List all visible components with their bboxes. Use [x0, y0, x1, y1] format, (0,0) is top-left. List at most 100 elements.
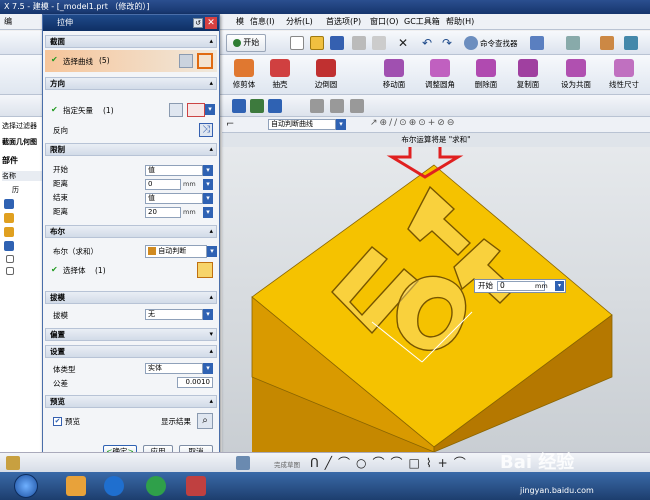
finish-sketch-label[interactable]: 完成草图: [274, 459, 300, 469]
move-face-button[interactable]: 移动面: [372, 57, 416, 93]
chevron-down-icon[interactable]: ▾: [203, 179, 213, 190]
sketch-section-icon[interactable]: [179, 54, 193, 68]
undo-icon[interactable]: ↶: [420, 36, 434, 50]
menu-item-info[interactable]: 信息(I): [250, 16, 275, 28]
body-icon[interactable]: [197, 262, 213, 278]
chevron-down-icon[interactable]: ▾: [555, 281, 564, 291]
menu-item-help[interactable]: 帮助(H): [446, 16, 474, 28]
open-folder-icon[interactable]: [310, 36, 324, 50]
tolerance-input[interactable]: 0.0010: [177, 377, 213, 388]
linear-dimension-button[interactable]: 线性尺寸: [602, 57, 646, 93]
shell-icon: [270, 59, 290, 77]
chevron-down-icon[interactable]: ▾: [207, 246, 217, 257]
browser-icon[interactable]: [146, 476, 166, 496]
delete-icon[interactable]: ✕: [396, 36, 410, 50]
start-option-dropdown[interactable]: 值: [145, 165, 203, 176]
name-column-header[interactable]: 名称: [2, 171, 46, 181]
section-header-boolean[interactable]: 布尔 ▴: [45, 225, 217, 238]
reverse-direction-icon[interactable]: ⤨: [199, 123, 213, 137]
chevron-down-icon[interactable]: ▾: [203, 309, 213, 320]
snap-icon-1[interactable]: [232, 99, 246, 113]
settings-icon[interactable]: [600, 36, 614, 50]
shell-button[interactable]: 抽壳: [258, 57, 302, 93]
app-icon[interactable]: [186, 476, 206, 496]
sketch-curve-icons[interactable]: ᑎ╱⌒○⌒⌒□⌇+⌒: [310, 454, 472, 471]
chevron-down-icon[interactable]: ▾: [336, 119, 346, 130]
snap-icon-3[interactable]: [268, 99, 282, 113]
section-header-label: 限制: [50, 145, 65, 154]
group-folder-icon[interactable]: [4, 227, 14, 237]
edge-blend-button[interactable]: 边倒圆: [304, 57, 348, 93]
checkbox-icon[interactable]: [6, 267, 14, 275]
boolean-option-dropdown[interactable]: 自动判断: [145, 245, 207, 258]
chevron-down-icon[interactable]: ▾: [203, 193, 213, 204]
snap-icon-2[interactable]: [250, 99, 264, 113]
command-finder-label[interactable]: 命令查找器: [480, 38, 518, 49]
start-handle-box[interactable]: 开始 0 mm ▾: [474, 279, 566, 293]
chevron-down-icon[interactable]: ▾: [203, 165, 213, 176]
reset-icon[interactable]: ↺: [193, 18, 203, 28]
explorer-icon[interactable]: [66, 476, 86, 496]
sketch-icon[interactable]: [6, 456, 20, 470]
view-style-icon-3[interactable]: [350, 99, 364, 113]
menu-item-gc-toolbox[interactable]: GC工具箱: [404, 16, 440, 28]
copy-face-button[interactable]: 复制面: [506, 57, 550, 93]
search-icon[interactable]: ⌕: [197, 413, 213, 429]
save-icon[interactable]: [330, 36, 344, 50]
resize-blend-button[interactable]: 调整圆角: [418, 57, 462, 93]
view-style-icon-1[interactable]: [310, 99, 324, 113]
section-header-preview[interactable]: 预览 ▴: [45, 395, 217, 408]
view-style-icon-2[interactable]: [330, 99, 344, 113]
draft-option-dropdown[interactable]: 无: [145, 309, 203, 320]
body-type-dropdown[interactable]: 实体: [145, 363, 203, 374]
curve-icon[interactable]: [197, 53, 213, 69]
section-header-limits[interactable]: 限制 ▴: [45, 143, 217, 156]
finish-sketch-icon[interactable]: [236, 456, 250, 470]
close-icon[interactable]: ✕: [205, 17, 217, 29]
view-icon[interactable]: [624, 36, 638, 50]
chevron-down-icon[interactable]: ▾: [203, 207, 213, 218]
sogou-icon[interactable]: [104, 476, 124, 496]
menu-item-preferences[interactable]: 首选项(P): [326, 16, 361, 28]
start-button[interactable]: 开始: [226, 34, 266, 52]
start-orb-icon[interactable]: [14, 474, 38, 498]
vector-icon[interactable]: [187, 103, 205, 117]
redo-icon[interactable]: ↷: [440, 36, 454, 50]
filter-icon[interactable]: ⌐: [226, 118, 240, 132]
model-node-icon[interactable]: [4, 199, 14, 209]
preview-checkbox[interactable]: ✔: [53, 417, 62, 426]
selection-filter-dropdown[interactable]: 自动判断曲线: [268, 119, 336, 130]
section-header-offset[interactable]: 偏置 ▾: [45, 328, 217, 341]
section-header-section[interactable]: 截面 ▴: [45, 35, 217, 48]
menu-item-edit[interactable]: 编: [4, 16, 12, 28]
delete-face-button[interactable]: 删除面: [464, 57, 508, 93]
chevron-down-icon[interactable]: ▾: [203, 363, 213, 374]
body-node-icon[interactable]: [4, 241, 14, 251]
graphics-viewport[interactable]: 开始 0 mm ▾: [222, 113, 650, 453]
menu-item-window[interactable]: 窗口(O): [370, 16, 399, 28]
section-header-direction[interactable]: 方向 ▴: [45, 77, 217, 90]
checkbox-icon[interactable]: [6, 255, 14, 263]
chevron-down-icon[interactable]: ▾: [205, 104, 215, 115]
snap-point-icons[interactable]: ↗⊕/∕⊙⊕⊙+⊘⊖: [370, 118, 456, 128]
layer-icon[interactable]: [566, 36, 580, 50]
filter-label[interactable]: 选择过滤器: [2, 121, 37, 131]
cut-icon[interactable]: [352, 36, 366, 50]
copy-icon[interactable]: [372, 36, 386, 50]
end-distance-input[interactable]: 20: [145, 207, 181, 218]
make-coplanar-button[interactable]: 设为共面: [554, 57, 598, 93]
command-finder-icon[interactable]: [464, 36, 478, 50]
folder-icon[interactable]: [4, 213, 14, 223]
menu-item-model[interactable]: 模: [236, 16, 244, 28]
section-header-draft[interactable]: 拔模 ▴: [45, 291, 217, 304]
vector-dialog-icon[interactable]: [169, 103, 183, 117]
selection-icon[interactable]: [530, 36, 544, 50]
history-node[interactable]: 历: [12, 185, 19, 195]
section-header-settings[interactable]: 设置 ▴: [45, 345, 217, 358]
start-distance-input[interactable]: 0: [145, 179, 181, 190]
dialog-titlebar[interactable]: 拉伸 ↺ ✕: [43, 15, 219, 31]
select-curve-row[interactable]: ✔ 选择曲线 (5): [45, 50, 217, 72]
new-file-icon[interactable]: [290, 36, 304, 50]
end-option-dropdown[interactable]: 值: [145, 193, 203, 204]
menu-item-analysis[interactable]: 分析(L): [286, 16, 313, 28]
